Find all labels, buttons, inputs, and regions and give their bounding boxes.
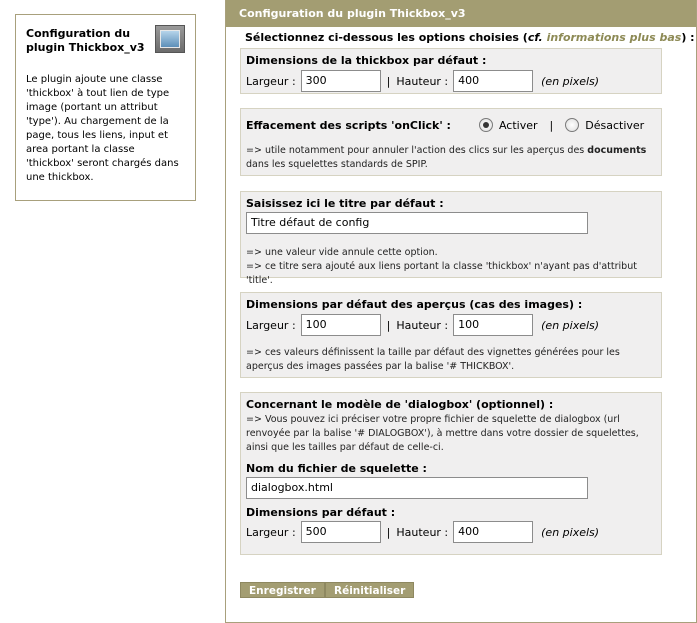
thickbox-height-input[interactable]: 400 [453,70,534,92]
thickbox-dimensions-legend: Dimensions de la thickbox par défaut : [246,54,487,67]
separator: | [386,318,391,332]
preview-width-input[interactable]: 100 [300,314,381,336]
preview-dimensions-legend: Dimensions par défaut des aperçus (cas d… [246,298,583,311]
height-label: Hauteur : [396,318,449,332]
activate-radio[interactable] [478,118,493,132]
default-title-section: Saisissez ici le titre par défaut : Titr… [240,191,662,286]
plugin-screen-icon [155,25,185,53]
dialogbox-dims-label: Dimensions par défaut : [246,506,396,519]
dialogbox-legend: Concernant le modèle de 'dialogbox' (opt… [246,398,554,411]
info-link[interactable]: informations plus bas [547,31,682,44]
unit-label: (en pixels) [541,318,600,332]
dialogbox-section: Concernant le modèle de 'dialogbox' (opt… [240,392,662,555]
save-button[interactable]: Enregistrer [240,582,325,598]
width-label: Largeur : [246,74,296,88]
preview-height-input[interactable]: 100 [453,314,534,336]
config-panel: Configuration du plugin Thickbox_v3 Séle… [225,0,697,623]
reset-button[interactable]: Réinitialiser [325,582,415,598]
unit-label: (en pixels) [541,74,600,88]
squelette-file-label: Nom du fichier de squelette : [246,462,427,475]
dialogbox-height-input[interactable]: 400 [453,521,534,543]
onclick-note-bold: documents [587,145,647,156]
default-title-legend: Saisissez ici le titre par défaut : [246,197,444,210]
height-label: Hauteur : [396,525,449,539]
thickbox-dimensions-section: Dimensions de la thickbox par défaut : L… [240,48,662,94]
squelette-file-input[interactable]: dialogbox.html [246,477,588,499]
dialogbox-width-input[interactable]: 500 [300,521,381,543]
intro-prefix: Sélectionnez ci-dessous les options choi… [245,31,528,44]
deactivate-radio[interactable] [565,118,580,132]
width-label: Largeur : [246,318,296,332]
separator: | [386,525,391,539]
onclick-note-prefix: => utile notamment pour annuler l'action… [246,145,588,156]
plugin-info-description: Le plugin ajoute une classe 'thickbox' à… [26,74,179,183]
height-label: Hauteur : [396,74,449,88]
default-title-note-2: => ce titre sera ajouté aux liens portan… [246,261,637,286]
plugin-info-box: Configuration du plugin Thickbox_v3 Le p… [15,14,196,201]
preview-dimensions-note: => ces valeurs définissent la taille par… [246,347,620,372]
default-title-note-1: => une valeur vide annule cette option. [246,247,438,258]
unit-label: (en pixels) [541,525,600,539]
thickbox-width-input[interactable]: 300 [300,70,381,92]
default-title-input[interactable]: Titre défaut de config [246,212,588,234]
width-label: Largeur : [246,525,296,539]
dialogbox-note: => Vous pouvez ici préciser votre propre… [246,414,639,453]
panel-title: Configuration du plugin Thickbox_v3 [226,0,696,27]
plugin-info-title: Configuration du plugin Thickbox_v3 [26,27,145,54]
onclick-note-suffix: dans les squelettes standards de SPIP. [246,159,428,170]
activate-label[interactable]: Activer [499,119,538,132]
separator: | [386,74,391,88]
onclick-legend: Effacement des scripts 'onClick' : [246,118,451,132]
deactivate-label[interactable]: Désactiver [585,119,644,132]
onclick-note: => utile notamment pour annuler l'action… [246,144,656,172]
intro-text: Sélectionnez ci-dessous les options choi… [245,31,695,44]
separator: | [549,118,554,132]
preview-dimensions-section: Dimensions par défaut des aperçus (cas d… [240,292,662,378]
onclick-section: Effacement des scripts 'onClick' : Activ… [240,108,662,176]
intro-suffix: ) : [681,31,695,44]
intro-cf: cf. [527,31,543,44]
